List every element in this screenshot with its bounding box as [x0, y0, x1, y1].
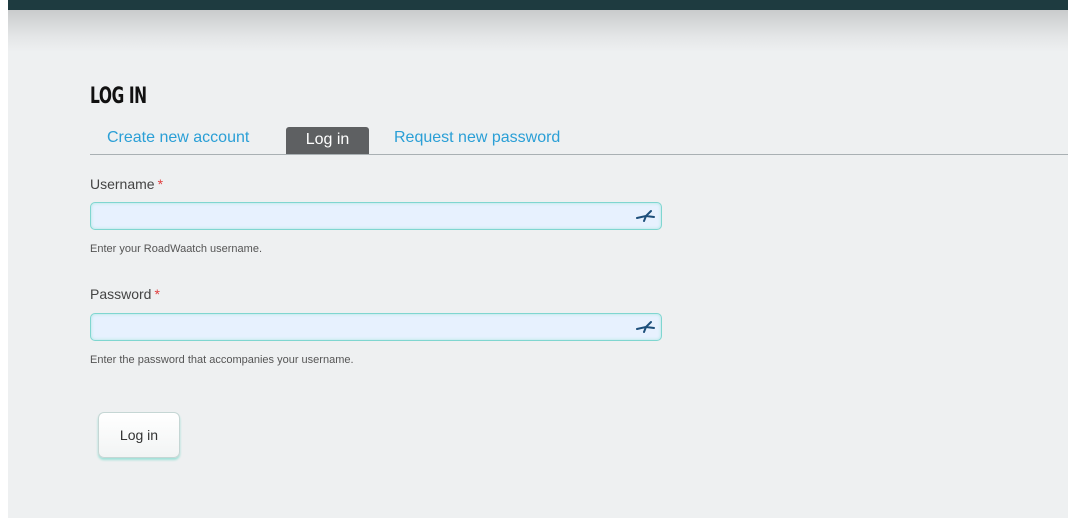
required-marker: *	[154, 286, 160, 302]
log-in-button[interactable]: Log in	[98, 412, 180, 458]
top-bar	[8, 0, 1068, 10]
password-label: Password *	[90, 286, 160, 302]
password-input[interactable]	[91, 314, 647, 340]
key-icon[interactable]	[635, 208, 655, 224]
username-field[interactable]	[90, 202, 662, 230]
tab-bar: Create new account Log in Request new pa…	[90, 127, 1068, 155]
tab-log-in[interactable]: Log in	[286, 127, 369, 154]
page-title: LOG IN	[90, 84, 147, 109]
username-label: Username *	[90, 176, 163, 192]
password-description: Enter the password that accompanies your…	[90, 354, 354, 366]
username-input[interactable]	[91, 203, 647, 229]
tab-create-new-account[interactable]: Create new account	[107, 129, 249, 147]
tab-request-new-password[interactable]: Request new password	[394, 129, 560, 147]
key-icon[interactable]	[635, 319, 655, 335]
username-description: Enter your RoadWaatch username.	[90, 243, 263, 255]
username-label-text: Username	[90, 176, 155, 192]
password-field[interactable]	[90, 313, 662, 341]
header-shadow	[8, 10, 1068, 52]
page-frame: LOG IN Create new account Log in Request…	[8, 0, 1068, 518]
required-marker: *	[157, 176, 164, 192]
password-label-text: Password	[90, 286, 152, 302]
